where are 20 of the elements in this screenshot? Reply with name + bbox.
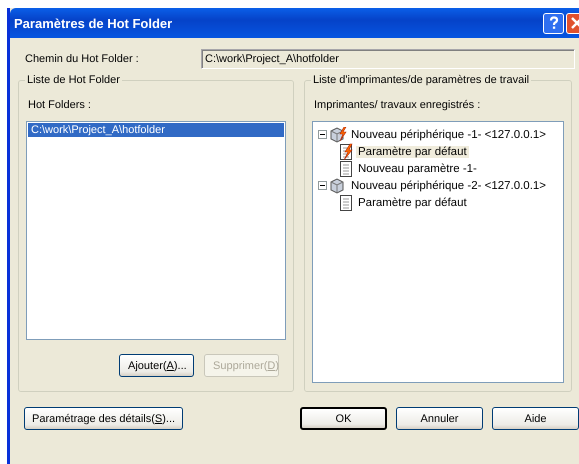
add-button[interactable]: Ajouter(A)... <box>119 354 194 377</box>
path-label: Chemin du Hot Folder : <box>24 53 140 65</box>
tree-item[interactable]: Nouveau périphérique -2- <127.0.0.1> <box>349 180 548 192</box>
group-title: Liste d'imprimantes/de paramètres de travail <box>311 74 532 86</box>
dialog-button[interactable]: Aide <box>492 407 579 430</box>
dialog-button[interactable]: Annuler <box>396 407 483 430</box>
details-button[interactable]: Paramétrage des détails(S)... <box>24 407 184 430</box>
window-title: Paramètres de Hot Folder <box>14 16 174 30</box>
tree-item[interactable]: Nouveau périphérique -1- <127.0.0.1> <box>349 128 548 140</box>
path-field[interactable]: C:\work\Project_A\hotfolder <box>201 49 575 69</box>
list-label: Hot Folders : <box>28 99 92 111</box>
group-title: Liste de Hot Folder <box>25 74 122 86</box>
tree-item[interactable]: Paramètre par défaut <box>356 196 469 208</box>
list-label: Imprimantes/ travaux enregistrés : <box>314 99 482 111</box>
tree-item[interactable]: Nouveau paramètre -1- <box>356 162 479 174</box>
hot-folder-list[interactable]: C:\work\Project_A\hotfolder <box>26 121 286 340</box>
list-item[interactable]: C:\work\Project_A\hotfolder <box>28 123 284 137</box>
printer-tree[interactable]: Nouveau périphérique -1- <127.0.0.1> Paramètre par défaut Nouveau paramètre -1- Nouveau périphérique -2- <127.0.0.1> Paramètre par défaut <box>312 121 564 383</box>
tree-item[interactable]: Paramètre par défaut <box>356 146 469 158</box>
dialog-button[interactable]: OK <box>300 407 387 430</box>
